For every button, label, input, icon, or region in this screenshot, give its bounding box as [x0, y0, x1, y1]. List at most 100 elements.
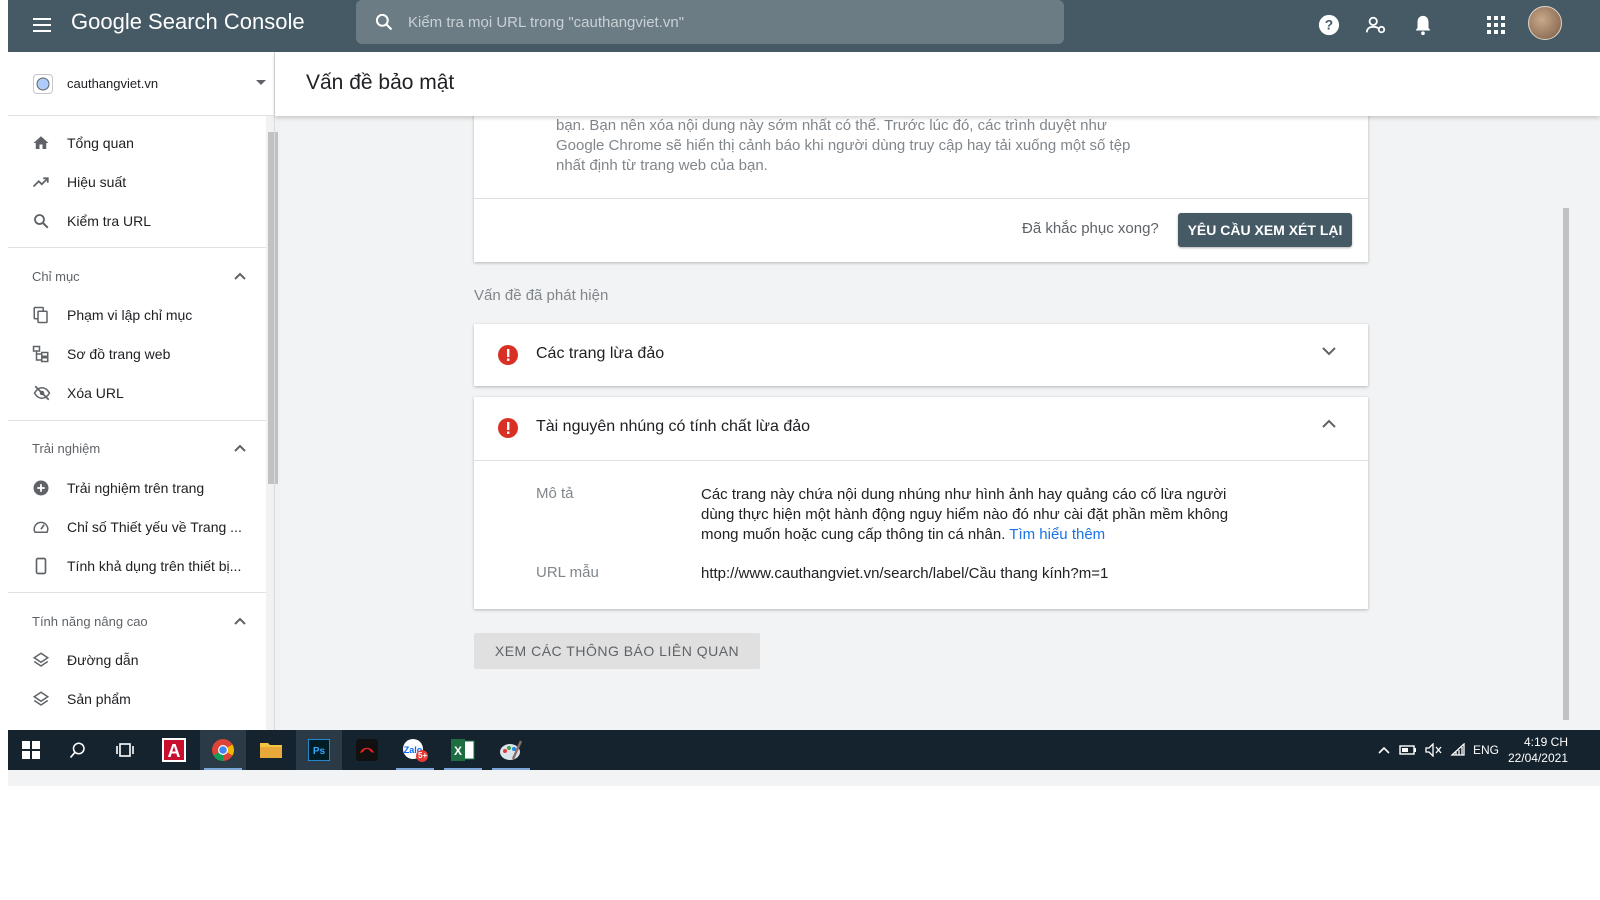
active-indicator: [444, 768, 482, 770]
divider: [474, 198, 1368, 199]
manual-action-card: bạn. Bạn nên xóa nội dung này sớm nhất c…: [474, 100, 1368, 262]
svg-text:?: ?: [1325, 18, 1333, 33]
sidebar-item-label: Đường dẫn: [67, 651, 139, 668]
sidebar-item-label: Sơ đồ trang web: [67, 345, 171, 362]
request-review-button[interactable]: YÊU CẦU XEM XÉT LẠI: [1178, 213, 1352, 247]
sidebar-item-label: Xóa URL: [67, 384, 124, 401]
zalo-notification-badge: 5+: [418, 751, 428, 760]
sidebar-item-url-inspection[interactable]: Kiểm tra URL: [8, 201, 266, 240]
sidebar-item-label: Tính khả dụng trên thiết bị...: [67, 557, 242, 574]
notifications-icon[interactable]: [1410, 12, 1436, 38]
sidebar-item-overview[interactable]: Tổng quan: [8, 123, 266, 162]
sidebar-item-breadcrumbs[interactable]: Đường dẫn: [8, 640, 266, 679]
layers-icon: [32, 651, 50, 667]
main-scrollbar-thumb[interactable]: [1563, 208, 1569, 720]
main-scrollbar[interactable]: [1561, 116, 1571, 730]
section-title: Tính năng nâng cao: [32, 613, 148, 629]
screen: Google Search Console ? cauthangviet.vn: [8, 0, 1600, 786]
autocad-app-icon[interactable]: A: [151, 730, 197, 770]
chevron-up-icon: [234, 272, 246, 280]
sidebar-item-label: Trải nghiệm trên trang: [67, 479, 205, 496]
search-icon: [375, 13, 393, 31]
clock-date: 22/04/2021: [1507, 751, 1568, 765]
sidebar-item-label: Chỉ số Thiết yếu về Trang ...: [67, 518, 242, 535]
view-related-messages-button[interactable]: XEM CÁC THÔNG BÁO LIÊN QUAN: [474, 633, 760, 669]
sidebar-item-coverage[interactable]: Phạm vi lập chỉ mục: [8, 295, 266, 334]
task-view-icon[interactable]: [102, 730, 148, 770]
divider: [8, 247, 266, 248]
battery-icon[interactable]: [1399, 730, 1417, 770]
issue-header[interactable]: Tài nguyên nhúng có tính chất lừa đảo: [474, 397, 1368, 459]
divider: [8, 592, 266, 593]
language-indicator[interactable]: ENG: [1473, 730, 1499, 770]
divider: [8, 420, 266, 421]
phone-icon: [35, 557, 47, 574]
issue-header[interactable]: Các trang lừa đảo: [474, 324, 1368, 386]
zalo-app-icon[interactable]: Zalo 5+: [392, 730, 438, 770]
paint-app-icon[interactable]: [488, 730, 534, 770]
error-icon: [498, 418, 518, 438]
sample-url-label: URL mẫu: [536, 564, 599, 581]
chevron-up-icon: [234, 444, 246, 452]
description-value: Các trang này chứa nội dung nhúng như hì…: [701, 485, 1261, 545]
property-selector[interactable]: cauthangviet.vn: [8, 52, 274, 116]
section-experience[interactable]: Trải nghiệm: [8, 428, 266, 468]
photoshop-app-icon[interactable]: Ps: [296, 730, 342, 770]
help-icon[interactable]: ?: [1316, 12, 1342, 38]
url-inspect-search[interactable]: [356, 0, 1064, 44]
apps-grid-icon[interactable]: [1483, 12, 1509, 38]
sidebar-item-mobile-usability[interactable]: Tính khả dụng trên thiết bị...: [8, 546, 266, 585]
garena-app-icon[interactable]: [344, 730, 390, 770]
property-name: cauthangviet.vn: [67, 76, 159, 91]
sidebar-item-performance[interactable]: Hiệu suất: [8, 162, 266, 201]
sidebar-scrollbar-thumb[interactable]: [268, 132, 278, 484]
chevron-up-icon: [234, 617, 246, 625]
section-index[interactable]: Chỉ mục: [8, 256, 266, 296]
page-header: Vấn đề bảo mật: [275, 52, 1600, 116]
section-title: Chỉ mục: [32, 268, 80, 284]
svg-text:X: X: [454, 744, 462, 758]
chevron-down-icon[interactable]: [1322, 346, 1336, 356]
account-avatar[interactable]: [1528, 6, 1562, 40]
sidebar-item-label: Sản phẩm: [67, 690, 131, 707]
issues-detected-label: Vấn đề đã phát hiện: [474, 287, 609, 304]
learn-more-link[interactable]: Tìm hiểu thêm: [1009, 526, 1105, 543]
eye-off-icon: [33, 385, 51, 400]
sidebar-item-page-experience[interactable]: Trải nghiệm trên trang: [8, 468, 266, 507]
add-circle-icon: [33, 480, 49, 495]
speed-icon: [33, 521, 49, 533]
dropdown-caret-icon: [256, 80, 266, 85]
system-clock[interactable]: 4:19 CH 22/04/2021: [1504, 734, 1568, 766]
sidebar-scrollbar[interactable]: [266, 116, 280, 730]
sidebar-item-label: Kiểm tra URL: [67, 212, 152, 229]
sidebar-item-sitemaps[interactable]: Sơ đồ trang web: [8, 334, 266, 373]
wifi-icon[interactable]: [1450, 730, 1468, 770]
chrome-app-icon[interactable]: [200, 730, 246, 770]
menu-icon[interactable]: [30, 14, 54, 38]
sidebar-item-core-web-vitals[interactable]: Chỉ số Thiết yếu về Trang ...: [8, 507, 266, 546]
sample-url-value: http://www.cauthangviet.vn/search/label/…: [701, 565, 1109, 582]
windows-taskbar: A Ps Zalo 5+ X ENG 4:19 CH 22/04/2021: [8, 730, 1600, 770]
sidebar-item-label: Hiệu suất: [67, 173, 127, 190]
error-icon: [498, 345, 518, 365]
issue-title: Các trang lừa đảo: [536, 345, 665, 362]
excel-app-icon[interactable]: X: [440, 730, 486, 770]
warning-description: bạn. Bạn nên xóa nội dung này sớm nhất c…: [556, 117, 1131, 174]
sidebar-item-removals[interactable]: Xóa URL: [8, 373, 266, 412]
windows-start-icon[interactable]: [8, 730, 54, 770]
search-icon: [34, 213, 49, 228]
issue-card-deceptive-pages: Các trang lừa đảo: [474, 324, 1368, 386]
fixed-question: Đã khắc phục xong?: [1022, 220, 1159, 237]
taskbar-search-icon[interactable]: [55, 730, 101, 770]
divider: [474, 460, 1368, 461]
file-explorer-icon[interactable]: [248, 730, 294, 770]
show-hidden-icons[interactable]: [1378, 730, 1390, 770]
sidebar-item-products[interactable]: Sản phẩm: [8, 679, 266, 718]
volume-muted-icon[interactable]: [1425, 730, 1443, 770]
clock-time: 4:19 CH: [1523, 735, 1568, 749]
section-enhancements[interactable]: Tính năng nâng cao: [8, 601, 266, 641]
chevron-up-icon[interactable]: [1322, 419, 1336, 429]
manage-users-icon[interactable]: [1363, 12, 1389, 38]
issue-title: Tài nguyên nhúng có tính chất lừa đảo: [536, 418, 811, 435]
search-input[interactable]: [408, 13, 1008, 31]
